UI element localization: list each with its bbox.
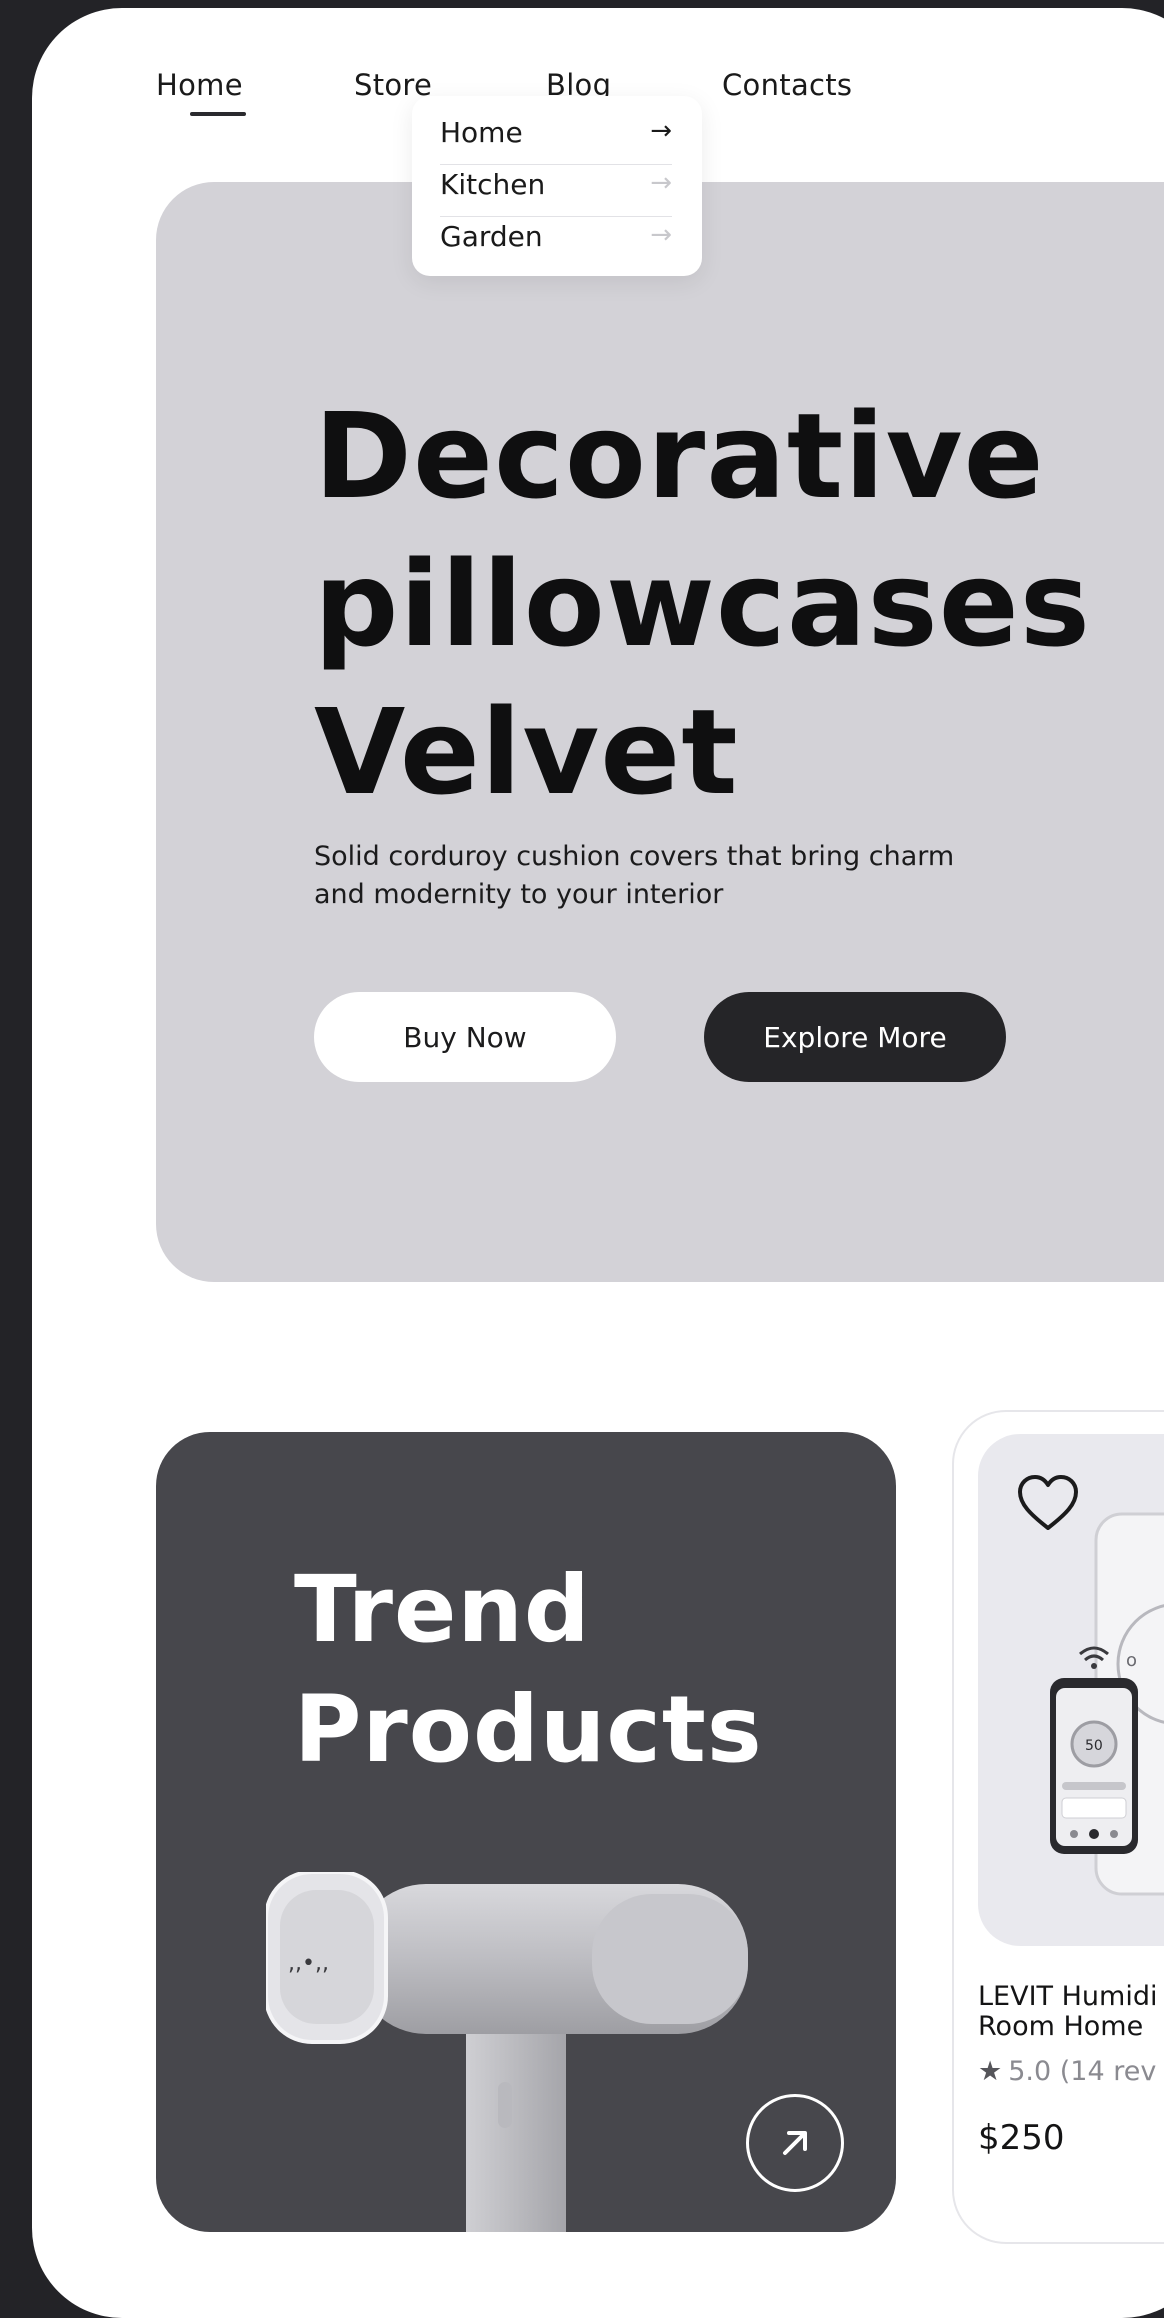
hero-title-line: Decorative [314,387,1045,525]
review-count: (14 rev [1059,2056,1157,2087]
svg-text:,,•,,: ,,•,, [288,1951,329,1976]
dropdown-item-garden[interactable]: Garden → [440,220,672,268]
trend-title-line: Products [294,1676,763,1783]
arrow-right-icon: → [650,116,672,146]
product-name-line: Room Home [978,2011,1144,2042]
svg-text:50: 50 [1085,1738,1103,1754]
dropdown-divider [440,216,672,217]
product-name-line: LEVIT Humidi [978,1981,1158,2012]
buy-now-button[interactable]: Buy Now [314,992,616,1082]
garment-steamer-image: ,,•,, [266,1872,748,2232]
rating-value: 5.0 [1008,2056,1052,2087]
trend-title-line: Trend [294,1556,591,1663]
dropdown-item-home[interactable]: Home → [440,116,672,164]
dropdown-item-kitchen[interactable]: Kitchen → [440,168,672,216]
nav-active-indicator [190,112,246,116]
product-name[interactable]: LEVIT Humidi Room Home [978,1982,1164,2042]
product-rating: ★ 5.0 (14 rev [978,2056,1156,2087]
open-trend-button[interactable] [746,2094,844,2192]
dropdown-divider [440,164,672,165]
hero-title: Decorative pillowcases Velvet [314,382,1091,826]
arrow-right-icon: → [650,220,672,250]
product-price: $250 [978,2118,1065,2158]
hero-subtitle: Solid corduroy cushion covers that bring… [314,841,955,910]
hero-title-line: Velvet [314,683,739,821]
explore-more-button[interactable]: Explore More [704,992,1006,1082]
nav-contacts[interactable]: Contacts [722,68,852,102]
trend-title: Trend Products [294,1550,763,1790]
star-icon: ★ [978,2056,1003,2087]
hero-banner: Decorative pillowcases Velvet Solid cord… [156,182,1164,1282]
store-dropdown-menu: Home → Kitchen → Garden → [412,96,702,276]
trend-products-card[interactable]: Trend Products ,,•,, [156,1432,896,2232]
arrow-right-icon: → [650,168,672,198]
dropdown-item-label: Home [440,116,523,149]
product-card[interactable]: o 50 LEVIT Humidi Room Home ★5.0 (14 re [952,1410,1164,2244]
nav-store[interactable]: Store [354,68,432,102]
nav-home[interactable]: Home [156,68,243,102]
dropdown-item-label: Kitchen [440,168,546,201]
dropdown-item-label: Garden [440,220,543,253]
product-image: o 50 [978,1434,1164,1946]
hero-title-line: pillowcases [314,535,1091,673]
humidifier-illustration: o 50 [1050,1512,1164,1896]
app-screen: Home Store Blog Contacts Decorative pill… [32,8,1164,2318]
svg-text:o: o [1126,1650,1137,1671]
arrow-up-right-icon [783,2131,807,2155]
